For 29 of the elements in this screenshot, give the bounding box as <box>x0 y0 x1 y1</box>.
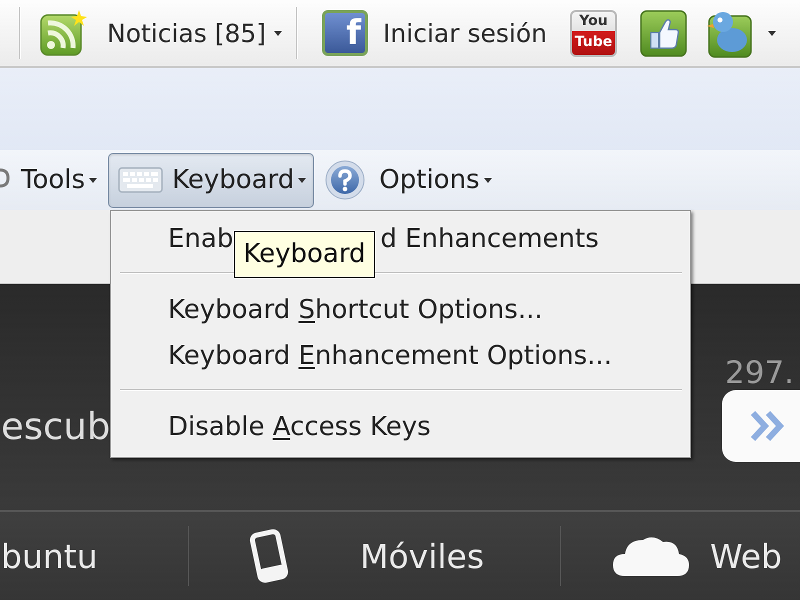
nav-link[interactable]: Web <box>561 532 782 580</box>
counter-text: 297. <box>725 356 794 390</box>
double-chevron-icon <box>750 410 786 442</box>
menu-item[interactable]: d Enhancements <box>380 224 599 254</box>
toolbar-button[interactable]: Tools <box>14 152 102 208</box>
nav-link[interactable]: Móviles <box>189 529 560 583</box>
menu-item[interactable]: Disable Access Keys <box>111 404 690 450</box>
help-icon <box>325 160 366 200</box>
menu-item[interactable]: Keyboard Enhancement Options... <box>111 333 690 379</box>
rss-icon[interactable] <box>39 9 87 57</box>
heading-text: escub <box>0 404 110 448</box>
phone-icon <box>247 529 291 583</box>
caret-icon <box>274 30 282 36</box>
menu-item[interactable]: Keyboard Shortcut Options... <box>111 287 690 333</box>
keyboard-icon <box>118 166 164 194</box>
tooltip: Keyboard <box>234 231 375 278</box>
menu-item[interactable]: Enab <box>168 224 234 254</box>
youtube-button[interactable]: You Tube <box>570 10 617 56</box>
nav-link[interactable]: buntu <box>0 536 188 576</box>
thumbs-up-icon[interactable] <box>640 10 687 56</box>
caret-icon <box>484 178 492 182</box>
f-logo-button[interactable]: f <box>322 10 368 56</box>
news-menu-button[interactable]: Noticias [85] <box>99 11 290 55</box>
caret-icon[interactable] <box>768 30 776 36</box>
toolbar-button[interactable]: Options <box>322 152 497 208</box>
caret-icon <box>89 178 98 182</box>
login-button[interactable]: Iniciar sesión <box>375 11 555 55</box>
toolbar-button[interactable]: Keyboard <box>108 152 314 208</box>
caret-icon <box>298 178 306 182</box>
